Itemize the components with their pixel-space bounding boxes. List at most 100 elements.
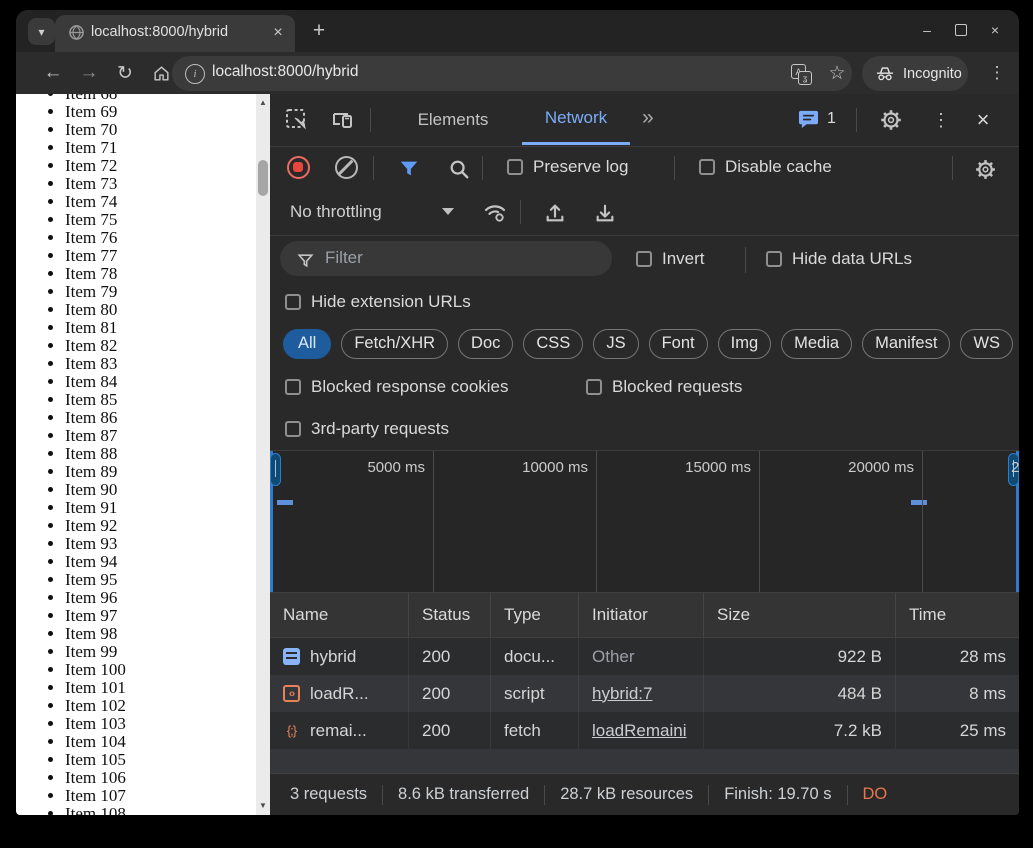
request-row[interactable]: remai... 200fetch loadRemaini 7.2 kB25 ms [270,712,1019,749]
throttling-select[interactable]: No throttling [290,202,382,222]
list-item: Item 84 [65,373,270,391]
maximize-icon [955,24,967,36]
clear-button[interactable] [335,156,358,179]
list-item: Item 108 [65,805,270,816]
request-type-filters: All Fetch/XHR Doc CSS JS Font Img Media Manifest… [270,322,1019,365]
network-conditions-icon[interactable] [482,200,508,226]
invert-checkbox[interactable] [636,251,652,267]
timeline-overview[interactable]: 5000 ms 10000 ms 15000 ms 20000 ms 25000 ms [270,450,1019,593]
list-item: Item 99 [65,643,270,661]
export-har-icon[interactable] [592,200,618,226]
blocked-requests-label: Blocked requests [612,377,743,396]
tab-elements[interactable]: Elements [400,94,506,145]
translate-icon[interactable]: Aʓ [790,63,812,85]
bookmark-star-icon[interactable]: ☆ [826,63,848,85]
back-button[interactable]: ← [38,58,68,88]
network-settings-gear-icon[interactable] [972,156,998,182]
devtools-menu-icon[interactable]: ⋮ [928,107,954,133]
divider [846,784,848,805]
hide-extension-urls-checkbox[interactable] [285,294,301,310]
list-item: Item 69 [65,103,270,121]
list-item: Item 98 [65,625,270,643]
timeline-tick-label: 20000 ms [848,459,914,476]
tab-close-icon[interactable]: × [267,22,289,44]
browser-tab[interactable]: localhost:8000/hybrid × [55,15,295,52]
column-header-name[interactable]: Name [270,593,408,637]
preserve-log-checkbox[interactable] [507,159,523,175]
filter-input[interactable]: Filter [280,241,612,276]
request-time: 25 ms [895,712,1019,749]
site-info-icon[interactable]: i [185,64,205,84]
address-bar[interactable]: i localhost:8000/hybrid Aʓ ☆ [172,56,852,91]
search-icon[interactable] [446,156,472,182]
dropdown-caret-icon[interactable] [442,208,454,215]
settings-gear-icon[interactable] [878,107,904,133]
devtools-close-icon[interactable]: × [970,107,996,133]
filter-pill-doc[interactable]: Doc [458,328,514,359]
list-item: Item 92 [65,517,270,535]
column-header-initiator[interactable]: Initiator [578,593,703,637]
request-status: 200 [408,712,490,749]
scrollbar-thumb[interactable] [258,160,268,196]
reload-button[interactable]: ↻ [110,58,140,88]
scroll-down-icon[interactable]: ▼ [256,799,270,813]
blocked-requests-checkbox[interactable] [586,379,602,395]
initiator-text: Other [592,646,635,666]
request-row[interactable]: hybrid 200 docu... Other 922 B 28 ms [270,638,1019,675]
hide-extension-urls-label: Hide extension URLs [311,292,471,311]
browser-menu-icon[interactable]: ⋮ [982,58,1012,88]
timeline-gridline [922,451,923,593]
throttling-row: No throttling [270,190,1019,236]
filter-pill-media[interactable]: Media [781,328,853,359]
filter-pill-fetch-xhr[interactable]: Fetch/XHR [341,328,449,359]
forward-button[interactable]: → [74,58,104,88]
issues-counter[interactable]: 1 [798,109,836,129]
disable-cache-checkbox[interactable] [699,159,715,175]
blocked-response-cookies-checkbox[interactable] [285,379,301,395]
list-item: Item 75 [65,211,270,229]
filter-pill-font[interactable]: Font [648,328,708,359]
timeline-left-handle[interactable] [270,453,281,486]
import-har-icon[interactable] [542,200,568,226]
device-toolbar-icon[interactable] [330,107,356,133]
minimize-button[interactable]: – [917,20,937,40]
filter-pill-ws[interactable]: WS [960,328,1014,359]
request-row[interactable]: loadR... 200script hybrid:7 484 B8 ms [270,675,1019,712]
divider [370,108,371,132]
timeline-tick-label: 15000 ms [685,459,751,476]
devtools-panel: Elements Network » 1 ⋮ × Preserve log Di… [270,94,1019,815]
column-header-type[interactable]: Type [490,593,578,637]
filter-funnel-small-icon [292,248,318,274]
column-header-time[interactable]: Time [895,593,1019,637]
list-item: Item 77 [65,247,270,265]
url-text[interactable]: localhost:8000/hybrid [212,63,359,81]
initiator-link[interactable]: hybrid:7 [592,684,652,704]
filter-pill-js[interactable]: JS [593,328,639,359]
hide-data-urls-checkbox[interactable] [766,251,782,267]
scroll-up-icon[interactable]: ▲ [256,96,270,110]
third-party-requests-checkbox[interactable] [285,421,301,437]
maximize-button[interactable] [951,20,971,40]
filter-pill-manifest[interactable]: Manifest [862,328,951,359]
list-item: Item 105 [65,751,270,769]
tab-network[interactable]: Network [522,94,630,145]
document-file-icon [283,648,300,665]
footer-segment: 3 requests [290,785,368,803]
column-header-size[interactable]: Size [703,593,895,637]
close-button[interactable]: × [985,20,1005,40]
requests-table-body: hybrid 200docu... Other 922 B28 ms loadR... 2… [270,638,1019,773]
filter-funnel-icon[interactable] [396,156,422,182]
tab-search-button[interactable]: ▾ [28,18,55,45]
new-tab-button[interactable]: + [304,16,334,46]
filter-pill-all[interactable]: All [283,328,332,359]
record-button[interactable] [287,156,310,179]
filter-pill-img[interactable]: Img [717,328,772,359]
inspect-element-icon[interactable] [284,107,310,133]
page-scrollbar[interactable]: ▲ ▼ [256,94,270,815]
filter-pill-css[interactable]: CSS [523,328,584,359]
column-header-status[interactable]: Status [408,593,490,637]
divider [708,784,710,805]
more-tabs-icon[interactable]: » [642,106,654,130]
request-size: 7.2 kB [703,712,895,749]
initiator-link[interactable]: loadRemaini [592,721,687,741]
